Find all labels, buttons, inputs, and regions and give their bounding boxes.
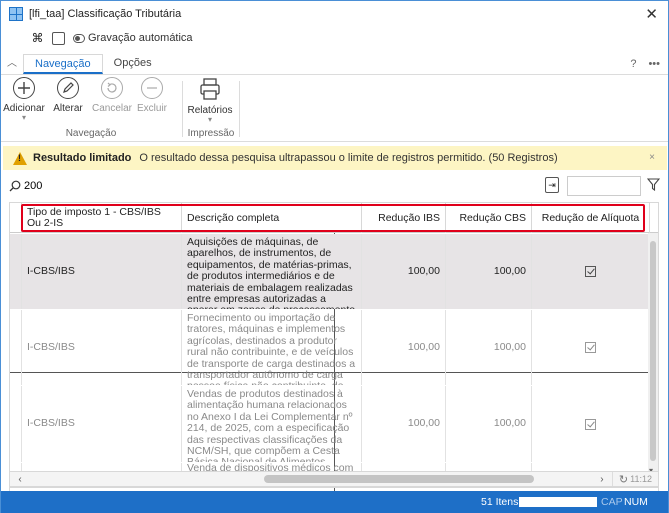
filter-input[interactable]: [567, 176, 641, 196]
cancel-button-label: Cancelar: [91, 103, 133, 114]
cell-reducao-cbs: 100,00: [446, 310, 532, 385]
auto-save-toggle[interactable]: Gravação automática: [73, 32, 193, 44]
undo-circle-icon: [101, 77, 123, 99]
ribbon-divider: [182, 81, 183, 137]
column-header-reducao-ibs[interactable]: Redução IBS: [362, 203, 446, 233]
warning-title: Resultado limitado: [33, 152, 132, 164]
quick-access-bar: ⌘ Gravação automática: [1, 28, 668, 513]
ribbon-group-navegacao: Adicionar ▾ Alterar Cancelar Excluir Nav…: [1, 77, 181, 141]
help-button[interactable]: ?: [630, 58, 636, 70]
warning-message: O resultado dessa pesquisa ultrapassou o…: [139, 152, 558, 164]
cell-tipo: I-CBS/IBS: [22, 386, 182, 462]
tab-navegacao[interactable]: Navegação: [23, 54, 103, 74]
filter-icon[interactable]: [647, 178, 660, 191]
export-icon[interactable]: ⇥: [545, 177, 559, 193]
toggle-icon: [73, 33, 85, 43]
column-header-tipo[interactable]: Tipo de imposto 1 - CBS/IBS Ou 2-IS: [22, 203, 182, 233]
checkbox-checked-icon[interactable]: [585, 418, 596, 430]
delete-button[interactable]: Excluir: [129, 77, 175, 114]
refresh-button[interactable]: ↻ 11:12: [611, 472, 658, 486]
minus-circle-icon: [141, 77, 163, 99]
delete-button-label: Excluir: [136, 103, 167, 114]
tab-opcoes[interactable]: Opções: [103, 54, 163, 74]
search-row: ⇥: [9, 176, 664, 196]
ribbon: Adicionar ▾ Alterar Cancelar Excluir Nav…: [1, 74, 668, 142]
cell-reducao-cbs: 100,00: [446, 386, 532, 462]
cell-tipo: I-CBS/IBS: [22, 234, 182, 309]
search-field[interactable]: [9, 176, 564, 196]
ribbon-right-actions: ? •••: [630, 58, 668, 74]
close-window-button[interactable]: ✕: [645, 5, 658, 23]
group-label-navegacao: Navegação: [65, 128, 117, 139]
row-indicator: [10, 386, 22, 462]
plus-circle-icon: [13, 77, 35, 99]
app-grid-icon: [9, 7, 23, 21]
vertical-scrollbar[interactable]: ▾: [648, 233, 658, 475]
horizontal-scroll-track[interactable]: [30, 474, 592, 484]
ribbon-tab-strip: ︿ Navegação Opções ? •••: [1, 52, 668, 74]
ribbon-group-impressao: Relatórios ▾ Impressão: [185, 77, 237, 141]
checkbox-checked-icon[interactable]: [585, 342, 596, 353]
group-label-impressao: Impressão: [187, 128, 235, 139]
auto-save-label: Gravação automática: [88, 32, 193, 44]
row-indicator: [10, 234, 22, 309]
column-header-reducao-aliquota[interactable]: Redução de Alíquota: [532, 203, 650, 233]
cell-reducao-ibs: 100,00: [362, 310, 446, 385]
printer-icon: [200, 78, 220, 100]
row-indicator: [10, 310, 22, 385]
limit-warning-bar: Resultado limitado O resultado dessa pes…: [3, 146, 667, 170]
table-row[interactable]: I-CBS/IBS Vendas de produtos destinados …: [10, 386, 658, 462]
more-options-button[interactable]: •••: [648, 58, 660, 70]
table-row[interactable]: I-CBS/IBS Aquisições de máquinas, de apa…: [10, 234, 658, 309]
edit-button[interactable]: Alterar: [45, 77, 91, 114]
cell-descricao: Aquisições de máquinas, de aparelhos, de…: [182, 234, 362, 309]
search-icon: [9, 180, 21, 192]
cell-reducao-aliquota: [532, 310, 650, 385]
grid-header: Tipo de imposto 1 - CBS/IBS Ou 2-IS Desc…: [10, 203, 658, 233]
table-row[interactable]: I-CBS/IBS Fornecimento ou importação de …: [10, 310, 658, 385]
horizontal-scroll-thumb[interactable]: [264, 475, 534, 483]
refresh-time: 11:12: [630, 474, 652, 484]
cell-tipo: I-CBS/IBS: [22, 310, 182, 385]
window-title: [lfi_taa] Classificação Tributária: [29, 8, 182, 20]
caps-lock-indicator: CAP: [601, 496, 623, 508]
cell-reducao-aliquota: [532, 386, 650, 462]
chevron-up-icon[interactable]: ︿: [1, 54, 23, 74]
title-bar: [lfi_taa] Classificação Tributária ✕: [1, 1, 668, 27]
add-button-dropdown: ▾: [21, 113, 26, 122]
edit-button-label: Alterar: [53, 103, 83, 114]
cell-reducao-aliquota: [532, 234, 650, 309]
status-progress-field: [519, 497, 597, 507]
pencil-circle-icon: [57, 77, 79, 99]
warning-icon: [13, 151, 27, 165]
checkbox-checked-icon[interactable]: [585, 266, 596, 277]
cell-descricao: Vendas de produtos destinados à alimenta…: [182, 386, 362, 462]
scroll-left-icon[interactable]: ‹: [10, 474, 30, 485]
column-header-reducao-cbs[interactable]: Redução CBS: [446, 203, 532, 233]
calendar-icon[interactable]: [52, 31, 65, 45]
results-grid: Tipo de imposto 1 - CBS/IBS Ou 2-IS Desc…: [9, 202, 659, 488]
scroll-right-icon[interactable]: ›: [592, 474, 612, 485]
refresh-icon: ↻: [618, 473, 629, 486]
cell-reducao-ibs: 100,00: [362, 234, 446, 309]
reports-button[interactable]: Relatórios ▾: [187, 77, 233, 124]
num-lock-indicator: NUM: [624, 496, 648, 508]
vertical-scroll-thumb[interactable]: [650, 241, 656, 461]
search-input[interactable]: [24, 180, 224, 192]
status-bar: 51 Itens CAP NUM: [1, 491, 668, 513]
reports-button-dropdown: ▾: [207, 115, 212, 124]
item-count: 51 Itens: [481, 496, 519, 508]
add-button[interactable]: Adicionar ▾: [1, 77, 47, 122]
cell-reducao-ibs: 100,00: [362, 386, 446, 462]
cell-reducao-cbs: 100,00: [446, 234, 532, 309]
expand-icon[interactable]: ⌘: [31, 31, 44, 45]
column-header-descricao[interactable]: Descrição completa: [182, 203, 362, 233]
ribbon-divider: [239, 81, 240, 137]
cell-descricao: Fornecimento ou importação de tratores, …: [182, 310, 362, 385]
warning-close-button[interactable]: ×: [649, 152, 655, 163]
horizontal-scrollbar[interactable]: ‹ › ↻ 11:12: [9, 471, 659, 487]
row-indicator-header: [10, 203, 22, 233]
main-window: [lfi_taa] Classificação Tributária ✕ ⌘ G…: [0, 0, 669, 513]
